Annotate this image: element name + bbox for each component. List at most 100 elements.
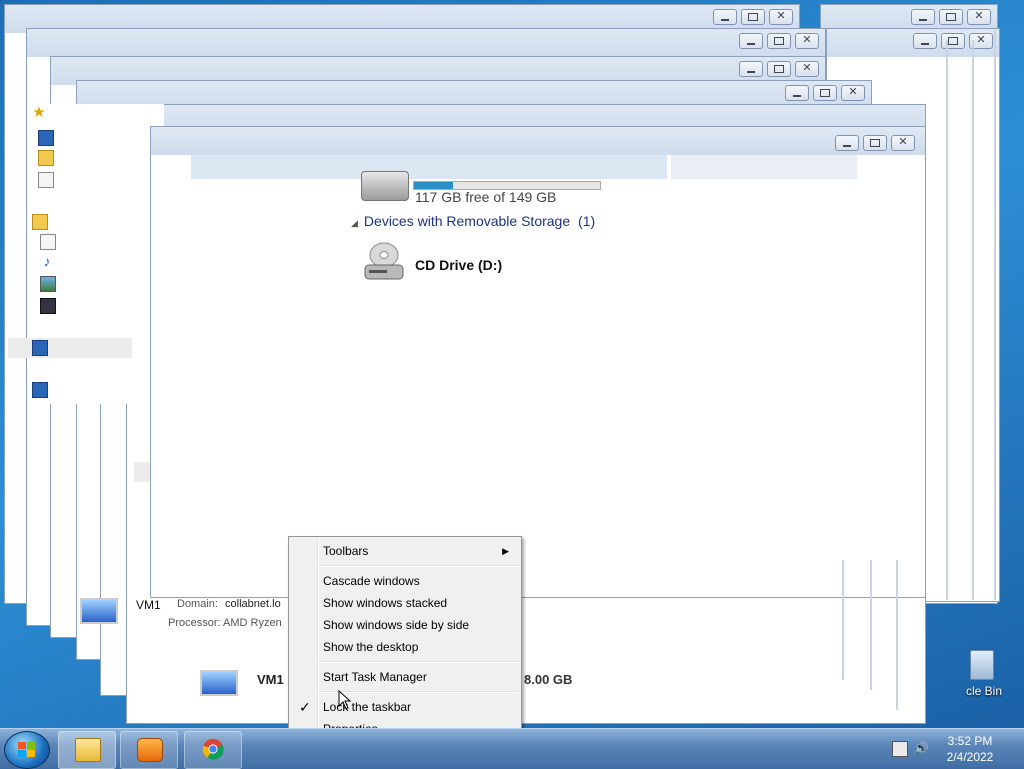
music-icon[interactable]: ♪ — [40, 254, 54, 268]
menu-item-lock-taskbar[interactable]: ✓ Lock the taskbar — [291, 696, 519, 718]
menu-item-label: Cascade windows — [323, 574, 420, 588]
minimize-button[interactable] — [739, 61, 763, 77]
clock-date: 2/4/2022 — [946, 750, 994, 764]
minimize-button[interactable] — [713, 9, 737, 25]
computer-details-icon-2 — [200, 670, 238, 696]
window-edge — [896, 560, 898, 710]
window-edge — [842, 560, 844, 680]
computer-icon[interactable] — [32, 340, 48, 356]
window-edge — [870, 560, 872, 690]
menu-item-label: Show the desktop — [323, 640, 419, 654]
caption-buttons — [913, 33, 993, 49]
recent-places-icon[interactable] — [38, 172, 54, 188]
minimize-button[interactable] — [913, 33, 937, 49]
caption-buttons — [739, 33, 819, 49]
domain-value: collabnet.lo — [225, 598, 281, 610]
volume-tray-icon[interactable]: 🔊 — [914, 741, 929, 755]
network-tray-icon[interactable] — [892, 741, 908, 757]
memory-text: 8.00 GB — [524, 672, 573, 687]
caption-buttons — [739, 61, 819, 77]
group-header-label: Devices with Removable Storage — [363, 213, 571, 229]
checkmark-icon: ✓ — [299, 699, 311, 715]
recycle-bin-icon[interactable] — [970, 650, 994, 680]
processor-text: Processor: AMD Ryzen — [168, 617, 282, 629]
domain-text: Domain: collabnet.lo — [177, 598, 281, 610]
taskbar-media-player-button[interactable] — [120, 731, 178, 769]
chrome-icon — [202, 738, 224, 760]
address-bar-line — [191, 155, 667, 179]
minimize-button[interactable] — [835, 135, 859, 151]
minimize-button[interactable] — [739, 33, 763, 49]
maximize-button[interactable] — [741, 9, 765, 25]
menu-item-label: Show windows side by side — [323, 618, 470, 632]
group-header-count: (1) — [578, 213, 596, 229]
clock-time: 3:52 PM — [947, 734, 993, 748]
drive-usage-fill — [414, 182, 454, 189]
menu-item-toolbars[interactable]: Toolbars ▶ — [291, 540, 519, 562]
taskbar-explorer-button[interactable] — [58, 731, 116, 769]
close-button[interactable] — [795, 61, 819, 77]
computer-name: VM1 — [136, 598, 161, 612]
menu-item-label: Toolbars — [323, 544, 369, 558]
close-button[interactable] — [841, 85, 865, 101]
maximize-button[interactable] — [941, 33, 965, 49]
menu-item-show-windows-side-by-side[interactable]: Show windows side by side — [291, 614, 519, 636]
windows-explorer-icon — [75, 738, 101, 762]
menu-item-label: Start Task Manager — [323, 670, 427, 684]
menu-separator — [319, 565, 519, 567]
caption-buttons — [835, 135, 915, 151]
downloads-icon[interactable] — [38, 150, 54, 166]
drive-icon[interactable] — [361, 171, 409, 201]
caption-buttons — [713, 9, 793, 25]
maximize-button[interactable] — [767, 61, 791, 77]
desktop-icon[interactable] — [38, 130, 54, 146]
close-button[interactable] — [795, 33, 819, 49]
documents-icon[interactable] — [40, 234, 56, 250]
menu-item-label: Show windows stacked — [323, 596, 448, 610]
domain-label: Domain: — [177, 598, 218, 610]
close-button[interactable] — [891, 135, 915, 151]
menu-item-show-windows-stacked[interactable]: Show windows stacked — [291, 592, 519, 614]
menu-item-show-desktop[interactable]: Show the desktop — [291, 636, 519, 658]
close-button[interactable] — [967, 9, 991, 25]
favorites-star-icon[interactable]: ★ — [32, 105, 46, 120]
minimize-button[interactable] — [785, 85, 809, 101]
menu-item-start-task-manager[interactable]: Start Task Manager — [291, 666, 519, 688]
videos-icon[interactable] — [40, 298, 56, 314]
menu-item-cascade-windows[interactable]: Cascade windows — [291, 570, 519, 592]
submenu-arrow-icon: ▶ — [502, 546, 509, 556]
pictures-icon[interactable] — [40, 276, 56, 292]
windows-logo-icon — [18, 742, 36, 758]
drive-free-space: 117 GB free of 149 GB — [415, 189, 557, 205]
menu-item-label: Lock the taskbar — [323, 700, 412, 714]
caption-buttons — [785, 85, 865, 101]
computer-selected-row[interactable] — [8, 338, 132, 358]
maximize-button[interactable] — [863, 135, 887, 151]
search-box-line[interactable] — [671, 155, 857, 179]
taskbar-context-menu: Toolbars ▶ Cascade windows Show windows … — [288, 536, 522, 744]
taskbar-chrome-button[interactable] — [184, 731, 242, 769]
window-titlebar[interactable] — [27, 29, 825, 57]
group-header-removable[interactable]: ◢ Devices with Removable Storage (1) — [351, 213, 595, 229]
computer-explorer-window[interactable]: 117 GB free of 149 GB ◢ Devices with Remo… — [150, 126, 926, 598]
close-button[interactable] — [769, 9, 793, 25]
window-titlebar[interactable] — [151, 127, 925, 155]
taskbar[interactable]: 🔊 3:52 PM 2/4/2022 — [0, 728, 1024, 769]
maximize-button[interactable] — [813, 85, 837, 101]
caption-buttons — [911, 9, 991, 25]
menu-separator — [319, 661, 519, 663]
computer-name-2: VM1 — [257, 672, 284, 687]
clock[interactable]: 3:52 PM 2/4/2022 — [930, 733, 1010, 765]
recycle-bin-label[interactable]: cle Bin — [966, 684, 1002, 698]
cd-drive-label[interactable]: CD Drive (D:) — [415, 257, 502, 273]
collapse-triangle-icon[interactable]: ◢ — [351, 218, 358, 228]
libraries-icon[interactable] — [32, 214, 48, 230]
minimize-button[interactable] — [911, 9, 935, 25]
window-edge — [994, 30, 996, 600]
maximize-button[interactable] — [767, 33, 791, 49]
cd-drive-icon[interactable] — [361, 241, 407, 283]
maximize-button[interactable] — [939, 9, 963, 25]
start-button[interactable] — [4, 731, 50, 769]
window-edge — [972, 40, 974, 600]
network-icon[interactable] — [32, 382, 48, 398]
